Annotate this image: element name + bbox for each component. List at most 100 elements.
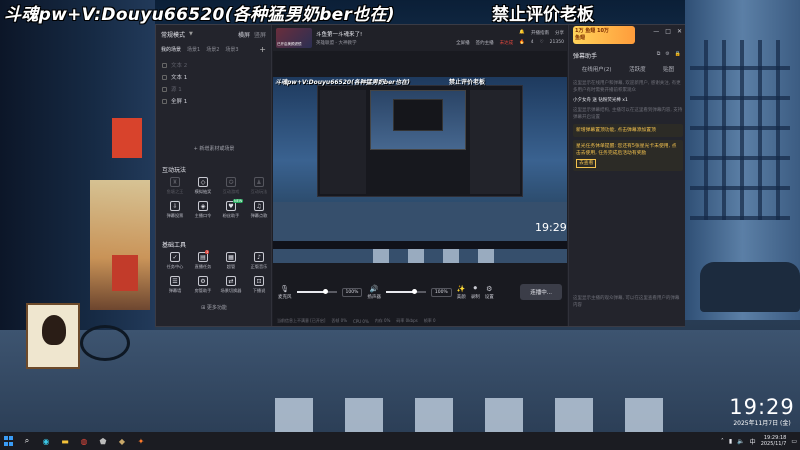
add-material-button[interactable]: + 新增素材或场景 (156, 145, 272, 152)
tool-icon: ♫ (254, 201, 264, 211)
network-icon[interactable]: ▮ (729, 438, 732, 445)
edge-browser-icon[interactable]: ◉ (41, 436, 51, 446)
interactive-tool-4[interactable]: ⇩ 弹幕投票 (162, 201, 188, 223)
lock-icon[interactable]: 🔒 (675, 51, 681, 57)
sidebar-header: 常规模式 ▼ 横屏 竖屏 (156, 25, 271, 43)
fullscreen-button[interactable]: 全屏播 (456, 40, 470, 46)
tab-scene-2[interactable]: 场景2 (206, 46, 219, 53)
interactive-tool-5[interactable]: ◈ 主播口令 (190, 201, 216, 223)
landscape-toggle[interactable]: 横屏 (238, 30, 250, 39)
danmaku-assistant-panel: 1万 鱼翅 10万 鱼翅 — □ ✕ 弹幕助手 ⧉ ⚙ 🔒 在线用户(2) 活跃… (568, 25, 685, 326)
file-explorer-icon[interactable]: ▬ (60, 436, 70, 446)
basic-tool-7[interactable]: ⊡ 下播说 (246, 276, 272, 298)
visibility-checkbox[interactable] (162, 98, 167, 104)
tool-label: 模拟抽奖 (194, 189, 212, 194)
tab-scene-3[interactable]: 场景3 (225, 46, 238, 53)
source-item[interactable]: 全屏 1 (162, 95, 265, 107)
stream-title[interactable]: 斗鱼第一斗魂来了! (316, 30, 362, 38)
basic-tool-2[interactable]: ▦ 超管 (218, 252, 244, 274)
tool-label: 弹幕墙 (168, 288, 182, 293)
tool-icon: ⇄ (226, 276, 236, 286)
speaker-volume-value[interactable]: 100% (430, 287, 452, 297)
minimize-icon[interactable]: — (653, 28, 659, 35)
chevron-down-icon[interactable]: ▼ (189, 31, 193, 37)
tab-stickers[interactable]: 贴图 (663, 65, 674, 73)
bell-icon[interactable]: 🔔 (519, 30, 525, 36)
interactive-tool-6[interactable]: ♥ 粉丝助手 NEW (218, 199, 244, 223)
preview-overlay-left: 斗魂pw+V:Douyu66520(各种猛男奶ber也在) (275, 79, 410, 86)
speaker-control[interactable]: 🔊 扬声器 (367, 285, 381, 300)
speaker-volume-slider[interactable] (385, 289, 426, 294)
stream-meta: 🔔 开播指南 分享 全屏播 签约主播 未达成 🔥 4 ♡ 21350 (456, 30, 564, 46)
basic-tool-4[interactable]: ☰ 弹幕墙 (162, 276, 188, 298)
interactive-tool-7[interactable]: ♫ 弹幕点歌 (246, 201, 272, 223)
guide-link[interactable]: 开播指南 (531, 30, 549, 36)
popout-icon[interactable]: ⧉ (657, 51, 661, 57)
visibility-checkbox[interactable] (162, 62, 167, 68)
microphone-volume-slider[interactable] (296, 289, 337, 294)
speaker-icon[interactable]: 🔊 (370, 285, 379, 293)
microphone-control[interactable]: 🎙 麦克风 (278, 285, 292, 300)
panel-title-actions: ⧉ ⚙ 🔒 (657, 51, 681, 57)
tool-label: 粉丝助手 (222, 213, 240, 218)
basic-tool-3[interactable]: ♪ 正版音乐 (246, 252, 272, 274)
microphone-icon[interactable]: 🎙 (280, 285, 289, 293)
chrome-icon[interactable]: ◍ (79, 436, 89, 446)
tab-activity[interactable]: 活跃度 (629, 65, 646, 73)
interactive-tool-0[interactable]: ♜ 鱼塘之王 (162, 177, 188, 199)
source-item[interactable]: 源 1 (162, 83, 265, 95)
chevron-up-icon[interactable]: ˄ (721, 438, 724, 445)
microphone-volume-value[interactable]: 100% (341, 287, 363, 297)
tab-my-scenes[interactable]: 我的场景 (161, 46, 181, 53)
record-button[interactable]: ⏺ 录制 (471, 284, 480, 300)
taskbar-clock[interactable]: 19:29:18 2025/11/7 (761, 435, 787, 447)
league-icon[interactable]: ◆ (117, 436, 127, 446)
tool-icon: ☰ (170, 276, 180, 286)
beauty-button[interactable]: ✨ 美颜 (457, 285, 466, 300)
task-notice-text: 星光任务休单提醒: 您还有5张星光卡未使用, 点击去使用, 任务完成后活动有奖励 (576, 144, 677, 156)
basic-tool-0[interactable]: ✓ 任务中心 (162, 252, 188, 274)
tab-online-users[interactable]: 在线用户(2) (582, 65, 612, 73)
interactive-tool-2[interactable]: ✪ 互动游戏 (218, 177, 244, 199)
add-scene-icon[interactable]: + (259, 45, 266, 54)
maximize-icon[interactable]: □ (665, 28, 671, 35)
notification-icon[interactable]: ▭ (791, 438, 797, 445)
notice-text: 新增弹幕置顶功能, 点击弹幕添加置顶 (576, 128, 656, 133)
interactive-tool-1[interactable]: ◇ 模拟抽奖 (190, 177, 216, 199)
close-icon[interactable]: ✕ (677, 28, 682, 35)
stream-preview[interactable]: 斗魂pw+V:Douyu66520(各种猛男奶ber也在) 禁止评价老板 19:… (273, 77, 567, 263)
more-features-button[interactable]: ⊞ 更多功能 (156, 304, 272, 311)
tab-scene-1[interactable]: 场景1 (187, 46, 200, 53)
record-icon: ⏺ (473, 284, 478, 292)
portrait-toggle[interactable]: 竖屏 (254, 30, 266, 39)
ime-indicator[interactable]: 中 (750, 437, 756, 446)
basic-tool-5[interactable]: ⚙ 房管助手 (190, 276, 216, 298)
microphone-volume-knob[interactable] (322, 289, 328, 294)
windows-taskbar: ⌕ ◉ ▬ ◍ ⬟ ◆ ✦ ˄ ▮ 🔈 中 19:29:18 2025/11/7… (0, 432, 800, 450)
windows-start-icon[interactable] (3, 436, 13, 446)
interactive-tool-3[interactable]: ♟ 互动玩法 (246, 177, 272, 199)
game-app-icon[interactable]: ⬟ (98, 436, 108, 446)
speaker-volume-knob[interactable] (411, 289, 417, 294)
live-cover-thumbnail[interactable]: 已开启美颜滤镜 (276, 28, 312, 48)
stream-category[interactable]: 英雄联盟 - 大神教学 (316, 40, 362, 46)
share-button[interactable]: 分享 (555, 30, 564, 36)
settings-icon[interactable]: ⚙ (665, 51, 669, 57)
promo-banner[interactable]: 1万 鱼翅 10万 鱼翅 (573, 26, 635, 44)
mode-select[interactable]: 常规模式 (161, 30, 185, 39)
start-stream-button[interactable]: 连播中... (520, 284, 562, 300)
nested-preview-inner (393, 99, 443, 131)
source-item[interactable]: 文本 2 (162, 59, 265, 71)
nested-app-capture (317, 85, 523, 197)
settings-button[interactable]: ⚙ 设置 (485, 285, 494, 300)
status-info[interactable]: 当前信息上不满意 [已开启] (277, 318, 325, 324)
view-task-button[interactable]: 去查看 (576, 159, 597, 168)
basic-tool-1[interactable]: ▤ 直播任务 1 (190, 250, 216, 274)
search-icon[interactable]: ⌕ (22, 436, 32, 446)
visibility-checkbox[interactable] (162, 86, 167, 92)
visibility-checkbox[interactable] (162, 74, 167, 80)
source-item[interactable]: 文本 1 (162, 71, 265, 83)
volume-icon[interactable]: 🔈 (737, 438, 744, 445)
douyu-app-icon[interactable]: ✦ (136, 436, 146, 446)
basic-tool-6[interactable]: ⇄ 场景切换器 (218, 276, 244, 298)
